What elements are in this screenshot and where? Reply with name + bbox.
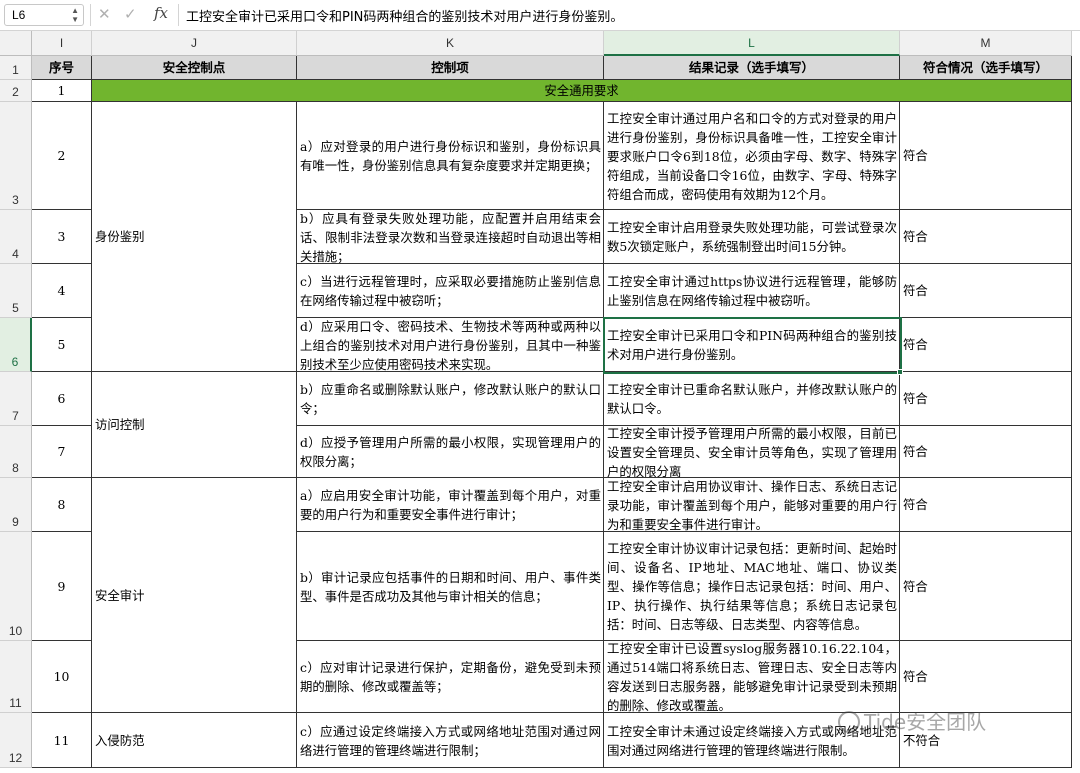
watermark: Tide安全团队 xyxy=(838,706,986,735)
seq-cell[interactable]: 3 xyxy=(32,210,92,264)
column-header-i[interactable]: I xyxy=(32,31,92,56)
seq-cell[interactable]: 9 xyxy=(32,532,92,641)
row-header[interactable]: 4 xyxy=(0,210,32,264)
group-security-audit[interactable]: 安全审计 xyxy=(92,478,297,713)
column-header-j[interactable]: J xyxy=(92,31,297,56)
compliance-cell[interactable]: 符合 xyxy=(900,532,1072,641)
column-header-l[interactable]: L xyxy=(604,31,900,56)
header-seq[interactable]: 序号 xyxy=(32,56,92,80)
header-control-point[interactable]: 安全控制点 xyxy=(92,56,297,80)
control-item-cell[interactable]: c）应通过设定终端接入方式或网络地址范围对通过网络进行管理的管理终端进行限制； xyxy=(297,713,604,768)
seq-cell[interactable]: 7 xyxy=(32,426,92,478)
row-header[interactable]: 5 xyxy=(0,264,32,318)
wechat-logo-icon xyxy=(838,711,860,733)
compliance-cell[interactable]: 符合 xyxy=(900,318,1072,372)
function-icon[interactable]: fx xyxy=(154,4,168,22)
column-header-m[interactable]: M xyxy=(900,31,1072,56)
watermark-text: Tide安全团队 xyxy=(864,710,987,734)
cell-reference: L6 xyxy=(12,8,26,22)
row-header[interactable]: 11 xyxy=(0,641,32,713)
fill-handle[interactable] xyxy=(897,369,903,375)
result-cell-selected[interactable]: 工控安全审计已采用口令和PIN码两种组合的鉴别技术对用户进行身份鉴别。 xyxy=(604,318,900,372)
compliance-cell[interactable]: 符合 xyxy=(900,264,1072,318)
result-cell[interactable]: 工控安全审计已设置syslog服务器10.16.22.104，通过514端口将系… xyxy=(604,641,900,713)
row-header[interactable]: 7 xyxy=(0,372,32,426)
seq-cell[interactable]: 4 xyxy=(32,264,92,318)
compliance-cell[interactable]: 符合 xyxy=(900,210,1072,264)
seq-cell[interactable]: 6 xyxy=(32,372,92,426)
compliance-cell[interactable]: 符合 xyxy=(900,478,1072,532)
control-item-cell[interactable]: b）应重命名或删除默认账户，修改默认账户的默认口令； xyxy=(297,372,604,426)
section-title[interactable]: 安全通用要求 xyxy=(92,80,1072,102)
control-item-cell[interactable]: d）应授予管理用户所需的最小权限，实现管理用户的权限分离； xyxy=(297,426,604,478)
row-header[interactable]: 12 xyxy=(0,713,32,768)
confirm-icon[interactable]: ✓ xyxy=(124,5,137,23)
result-cell[interactable]: 工控安全审计通过用户名和口令的方式对登录的用户进行身份鉴别，身份标识具备唯一性，… xyxy=(604,102,900,210)
control-item-cell[interactable]: b）审计记录应包括事件的日期和时间、用户、事件类型、事件是否成功及其他与审计相关… xyxy=(297,532,604,641)
control-item-cell[interactable]: c）当进行远程管理时，应采取必要措施防止鉴别信息在网络传输过程中被窃听； xyxy=(297,264,604,318)
control-item-cell[interactable]: a）应启用安全审计功能，审计覆盖到每个用户，对重要的用户行为和重要安全事件进行审… xyxy=(297,478,604,532)
control-item-cell[interactable]: b）应具有登录失败处理功能，应配置并启用结束会话、限制非法登录次数和当登录连接超… xyxy=(297,210,604,264)
result-cell[interactable]: 工控安全审计协议审计记录包括：更新时间、起始时间、设备名、IP地址、MAC地址、… xyxy=(604,532,900,641)
row-header[interactable]: 2 xyxy=(0,80,32,102)
seq-cell[interactable]: 5 xyxy=(32,318,92,372)
row-header[interactable]: 3 xyxy=(0,102,32,210)
control-item-cell[interactable]: d）应采用口令、密码技术、生物技术等两种或两种以上组合的鉴别技术对用户进行身份鉴… xyxy=(297,318,604,372)
column-header-k[interactable]: K xyxy=(297,31,604,56)
row-header[interactable]: 8 xyxy=(0,426,32,478)
section-seq[interactable]: 1 xyxy=(32,80,92,102)
separator xyxy=(90,4,91,26)
row-header[interactable]: 9 xyxy=(0,478,32,532)
name-box[interactable]: L6 ▲ ▼ xyxy=(4,4,84,26)
formula-bar: L6 ▲ ▼ ✕ ✓ fx 工控安全审计已采用口令和PIN码两种组合的鉴别技术对用… xyxy=(0,0,1080,31)
seq-cell[interactable]: 8 xyxy=(32,478,92,532)
row-header[interactable]: 10 xyxy=(0,532,32,641)
header-compliance[interactable]: 符合情况（选手填写） xyxy=(900,56,1072,80)
row-header[interactable]: 6 xyxy=(0,318,32,372)
stepper-arrows-icon[interactable]: ▲ ▼ xyxy=(71,6,79,24)
result-cell[interactable]: 工控安全审计已重命名默认账户，并修改默认账户的默认口令。 xyxy=(604,372,900,426)
formula-input[interactable]: 工控安全审计已采用口令和PIN码两种组合的鉴别技术对用户进行身份鉴别。 xyxy=(186,6,623,25)
row-header[interactable]: 1 xyxy=(0,56,32,80)
group-intrusion-prevention[interactable]: 入侵防范 xyxy=(92,713,297,768)
group-identity-auth[interactable]: 身份鉴别 xyxy=(92,102,297,372)
compliance-cell[interactable]: 符合 xyxy=(900,426,1072,478)
select-all-corner[interactable] xyxy=(0,31,32,56)
header-result[interactable]: 结果记录（选手填写） xyxy=(604,56,900,80)
seq-cell[interactable]: 10 xyxy=(32,641,92,713)
cancel-icon[interactable]: ✕ xyxy=(98,5,111,23)
control-item-cell[interactable]: a）应对登录的用户进行身份标识和鉴别，身份标识具有唯一性，身份鉴别信息具有复杂度… xyxy=(297,102,604,210)
header-control-item[interactable]: 控制项 xyxy=(297,56,604,80)
compliance-cell[interactable]: 符合 xyxy=(900,372,1072,426)
result-cell[interactable]: 工控安全审计启用登录失败处理功能，可尝试登录次数5次锁定账户，系统强制登出时间1… xyxy=(604,210,900,264)
separator xyxy=(178,4,179,26)
group-access-control[interactable]: 访问控制 xyxy=(92,372,297,478)
result-cell[interactable]: 工控安全审计通过https协议进行远程管理，能够防止鉴别信息在网络传输过程中被窃… xyxy=(604,264,900,318)
result-cell[interactable]: 工控安全审计授予管理用户所需的最小权限，目前已设置安全管理员、安全审计员等角色，… xyxy=(604,426,900,478)
spreadsheet-grid[interactable]: I J K L M 1 2 3 4 5 6 7 8 9 10 11 12 序号 … xyxy=(0,31,1080,773)
compliance-cell[interactable]: 符合 xyxy=(900,102,1072,210)
compliance-cell[interactable]: 符合 xyxy=(900,641,1072,713)
seq-cell[interactable]: 11 xyxy=(32,713,92,768)
seq-cell[interactable]: 2 xyxy=(32,102,92,210)
result-cell[interactable]: 工控安全审计启用协议审计、操作日志、系统日志记录功能，审计覆盖到每个用户，能够对… xyxy=(604,478,900,532)
control-item-cell[interactable]: c）应对审计记录进行保护，定期备份，避免受到未预期的删除、修改或覆盖等； xyxy=(297,641,604,713)
